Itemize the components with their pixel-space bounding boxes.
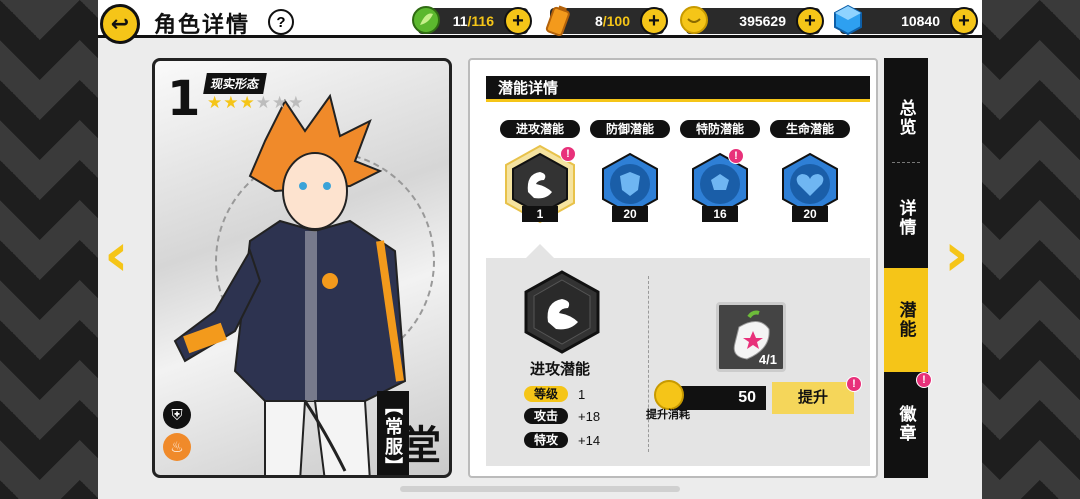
potential-detail-panel: 潜能详情 进攻潜能 防御潜能 特防潜能 生命潜能 1 20 16 20 ! ! … bbox=[468, 58, 878, 478]
side-tab-potential[interactable]: 潜能 bbox=[884, 268, 928, 372]
prev-character-arrow-icon[interactable]: ‹ bbox=[104, 220, 129, 290]
stat-label-special-attack: 特攻 bbox=[524, 432, 568, 448]
potential-detail-header: 潜能详情 bbox=[486, 76, 870, 102]
card-rank: 1 bbox=[167, 71, 201, 127]
card-character-name: 堂 bbox=[401, 424, 441, 468]
back-arrow-icon: ↩ bbox=[110, 11, 130, 36]
stat-label-attack: 攻击 bbox=[524, 408, 568, 424]
character-card: 1 现实形态 ★★★★★★ 【常服】 堂 ⛨ ♨ bbox=[152, 58, 452, 478]
battery-current: 8 bbox=[594, 13, 603, 29]
defense-type-icon: ⛨ bbox=[163, 401, 191, 429]
selected-bicep-icon bbox=[524, 270, 600, 354]
stat-value-level: 1 bbox=[578, 386, 586, 402]
help-button[interactable]: ? bbox=[268, 9, 294, 35]
stat-row-special-attack: 特攻 +14 bbox=[524, 432, 600, 448]
add-stamina-button[interactable]: + bbox=[504, 7, 532, 35]
side-tab-badge[interactable]: 徽章 bbox=[884, 374, 928, 474]
card-form-label: 现实形态 bbox=[203, 73, 267, 94]
side-tab-separator bbox=[892, 162, 920, 163]
stamina-max: 116 bbox=[471, 13, 494, 29]
material-item-slot[interactable]: 4/1 bbox=[716, 302, 786, 372]
page-title: 角色详情 bbox=[154, 12, 251, 37]
stamina-current: 11 bbox=[452, 13, 468, 29]
side-tab-overview[interactable]: 总览 bbox=[884, 68, 928, 168]
star-empty-icon: ★★★ bbox=[255, 93, 305, 112]
stamina-resource: 11/116 + bbox=[412, 6, 532, 35]
selection-notch bbox=[526, 244, 554, 258]
leaf-energy-icon bbox=[410, 3, 442, 37]
material-item-count: 4/1 bbox=[758, 352, 777, 367]
badge-alert-badge: ! bbox=[916, 372, 932, 388]
tab-attack-potential[interactable]: 进攻潜能 bbox=[500, 120, 580, 138]
battery-max: 100 bbox=[606, 13, 630, 29]
back-button[interactable]: ↩ bbox=[100, 4, 140, 44]
bottom-indicator bbox=[400, 486, 680, 492]
tab-life-potential[interactable]: 生命潜能 bbox=[770, 120, 850, 138]
special-defense-alert-badge: ! bbox=[728, 148, 744, 164]
defense-potential-level: 20 bbox=[612, 206, 648, 222]
add-coin-button[interactable]: + bbox=[796, 7, 824, 35]
star-filled-icon: ★★★ bbox=[207, 93, 256, 112]
life-potential-level: 20 bbox=[792, 206, 828, 222]
battery-resource: 8/100 + bbox=[545, 5, 668, 36]
stat-row-attack: 攻击 +18 bbox=[524, 408, 600, 424]
attack-potential-level: 1 bbox=[522, 206, 558, 222]
card-stars: ★★★★★★ bbox=[207, 93, 304, 113]
stat-row-level: 等级 1 bbox=[524, 386, 585, 402]
add-battery-button[interactable]: + bbox=[640, 7, 668, 35]
side-tab-details[interactable]: 详情 bbox=[884, 168, 928, 268]
upgrade-alert-badge: ! bbox=[846, 376, 862, 392]
add-gem-button[interactable]: + bbox=[950, 7, 978, 35]
selected-potential-name: 进攻潜能 bbox=[530, 361, 591, 378]
special-defense-potential-level: 16 bbox=[702, 206, 738, 222]
attack-alert-badge: ! bbox=[560, 146, 576, 162]
battery-icon bbox=[542, 3, 574, 37]
blue-gem-icon bbox=[832, 3, 864, 37]
side-tab-bar: 总览 详情 潜能 徽章 ! bbox=[884, 58, 932, 478]
fire-element-icon: ♨ bbox=[163, 433, 191, 461]
tab-defense-potential[interactable]: 防御潜能 bbox=[590, 120, 670, 138]
divider bbox=[648, 276, 649, 452]
stat-value-special-attack: +14 bbox=[578, 432, 601, 448]
stat-label-level: 等级 bbox=[524, 386, 568, 402]
stat-value-attack: +18 bbox=[578, 408, 601, 424]
upgrade-button[interactable]: 提升 bbox=[772, 382, 854, 414]
next-character-arrow-icon[interactable]: › bbox=[944, 220, 969, 290]
gem-resource: 10840 + bbox=[834, 4, 978, 36]
coin-icon bbox=[678, 3, 710, 37]
tab-special-defense-potential[interactable]: 特防潜能 bbox=[680, 120, 760, 138]
upgrade-cost-label: 提升消耗 bbox=[646, 409, 690, 421]
coin-resource: 395629 + bbox=[680, 6, 824, 35]
